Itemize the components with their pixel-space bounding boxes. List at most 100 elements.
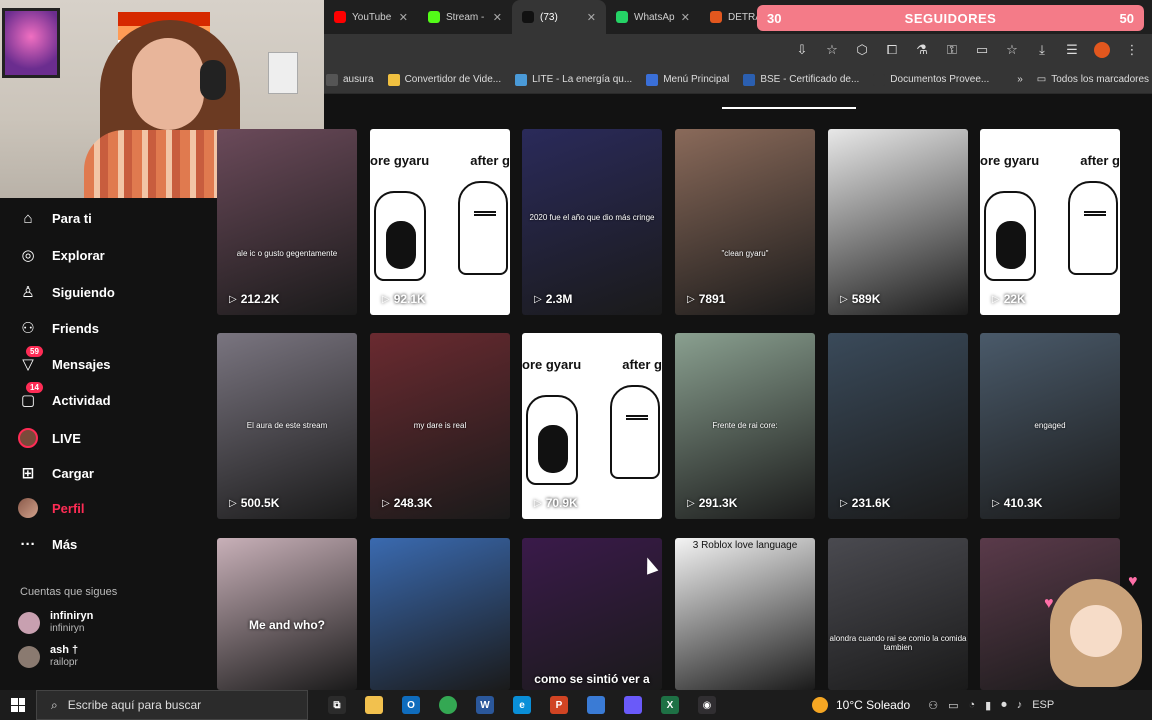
play-icon: ▷	[992, 497, 1000, 509]
video-tile[interactable]: Frente de rai core: ▷ 291.3K	[675, 333, 815, 519]
language-indicator[interactable]: ESP	[1032, 699, 1054, 711]
copilot-icon[interactable]	[624, 696, 642, 714]
video-tile[interactable]: Me and who?	[217, 538, 357, 690]
tab-title: (73)	[540, 11, 558, 23]
taskbar-search[interactable]: ⌕ Escribe aquí para buscar	[36, 690, 308, 720]
outlook-icon[interactable]: O	[402, 696, 420, 714]
followers-goal-bar: 30 SEGUIDORES 50	[757, 5, 1144, 31]
bookmark-item[interactable]: ausura	[326, 73, 374, 86]
video-tile[interactable]: ore gyaru after g ▷ 92.1K	[370, 129, 510, 315]
video-tile[interactable]: ale ic o gusto gegentamente ▷ 212.2K	[217, 129, 357, 315]
key-icon[interactable]: ⚿	[944, 42, 960, 58]
browser-tab[interactable]: Stream - ✕	[418, 0, 512, 34]
view-count: ▷ 7891	[687, 292, 725, 306]
anime-sticker: ♥ ♥	[1040, 565, 1152, 690]
play-icon: ▷	[992, 293, 1000, 305]
video-tile[interactable]: ▷ 231.6K	[828, 333, 968, 519]
ruler-icon[interactable]	[587, 696, 605, 714]
video-tile[interactable]: my dare is real ▷ 248.3K	[370, 333, 510, 519]
close-icon[interactable]: ✕	[493, 11, 502, 24]
view-count: ▷ 410.3K	[992, 496, 1042, 510]
browser-tab[interactable]: WhatsAp ✕	[606, 0, 700, 34]
sidebar-item-activity[interactable]: ▢ 14 Actividad	[18, 382, 111, 410]
chevron-right-icon[interactable]: »	[1017, 74, 1023, 85]
word-icon[interactable]: W	[476, 696, 494, 714]
sidebar-item-live[interactable]: LIVE	[18, 428, 81, 448]
bookmark-item[interactable]: LITE - La energía qu...	[515, 73, 632, 86]
browser-tab[interactable]: (73) ✕	[512, 0, 606, 34]
all-bookmarks-button[interactable]: ▭ Todos los marcadores	[1037, 74, 1149, 85]
browser-tab[interactable]: YouTube ✕	[324, 0, 418, 34]
cat-mouth	[538, 425, 568, 473]
video-caption: Frente de rai core:	[712, 421, 778, 430]
bookmark-star-icon[interactable]: ☆	[824, 42, 840, 58]
video-caption: "clean gyaru"	[721, 249, 769, 258]
menu-dots-icon[interactable]: ⋮	[1124, 42, 1140, 58]
sidebar-item-compass[interactable]: ◎ Explorar	[18, 245, 105, 265]
video-tile[interactable]: ore gyaru after g ▷ 70.9K	[522, 333, 662, 519]
video-tile[interactable]: 2020 fue el año que dio más cringe ▷ 2.3M	[522, 129, 662, 315]
obs-icon[interactable]: ◉	[698, 696, 716, 714]
flask-icon[interactable]: ⚗	[914, 42, 930, 58]
bookmark-item[interactable]: Convertidor de Vide...	[387, 73, 501, 86]
close-icon[interactable]: ✕	[681, 11, 690, 24]
folder-icon: ▭	[1036, 74, 1047, 85]
sidebar-item-upload[interactable]: ⊞ Cargar	[18, 463, 94, 483]
reading-list-icon[interactable]: ☰	[1064, 42, 1080, 58]
view-count: ▷ 589K	[840, 292, 880, 306]
meme-cat-drawing	[374, 191, 426, 281]
sidebar-item-profile[interactable]: Perfil	[18, 498, 85, 518]
card-icon[interactable]: ▭	[974, 42, 990, 58]
star-icon[interactable]: ☆	[1004, 42, 1020, 58]
bookmark-item[interactable]: BSE - Certificado de...	[743, 73, 859, 86]
download-icon[interactable]: ⤓	[1034, 42, 1050, 58]
sidebar-item-messages[interactable]: ▽ 59 Mensajes	[18, 346, 111, 374]
view-count-value: 92.1K	[393, 292, 426, 306]
profile-extension-icon[interactable]	[1094, 42, 1110, 58]
microphone-icon[interactable]: ⏺	[1001, 699, 1007, 712]
puzzle-icon[interactable]: ⧠	[884, 42, 900, 58]
video-caption: Me and who?	[249, 618, 325, 632]
file-explorer-icon[interactable]	[365, 696, 383, 714]
task-view-icon[interactable]: ⧉	[328, 696, 346, 714]
video-tile[interactable]: 3 Roblox love language	[675, 538, 815, 690]
video-tile[interactable]: ore gyaru after g ▷ 22K	[980, 129, 1120, 315]
following-account[interactable]: infiniryn infiniryn	[18, 610, 93, 635]
volume-icon[interactable]: ♪	[1017, 699, 1023, 711]
bookmark-item[interactable]: Menú Principal	[646, 73, 729, 86]
video-tile[interactable]	[370, 538, 510, 690]
install-app-icon[interactable]: ⇩	[794, 42, 810, 58]
window-icon[interactable]: ▭	[948, 699, 958, 712]
chrome-icon[interactable]	[439, 696, 457, 714]
weather-widget[interactable]: 10°C Soleado	[812, 697, 910, 713]
video-caption: 2020 fue el año que dio más cringe	[529, 213, 655, 222]
video-tile[interactable]: El aura de este stream ▷ 500.5K	[217, 333, 357, 519]
close-icon[interactable]: ✕	[587, 11, 596, 24]
following-account[interactable]: ash † railopr	[18, 644, 78, 669]
excel-icon[interactable]: X	[661, 696, 679, 714]
video-tile[interactable]: "clean gyaru" ▷ 7891	[675, 129, 815, 315]
sidebar-item-label: Explorar	[52, 247, 105, 263]
sidebar-item-more[interactable]: ··· Más	[18, 534, 78, 554]
sidebar-item-user-follow[interactable]: ♙ Siguiendo	[18, 282, 115, 302]
video-tile[interactable]: ▷ 589K	[828, 129, 968, 315]
sidebar-item-home[interactable]: ⌂ Para ti	[18, 208, 91, 228]
sun-icon	[812, 697, 828, 713]
video-caption: 3 Roblox love language	[692, 540, 798, 551]
powerpoint-icon[interactable]: P	[550, 696, 568, 714]
followers-label: SEGUIDORES	[904, 10, 997, 26]
extension-icon[interactable]: ⬡	[854, 42, 870, 58]
people-icon[interactable]: ⚇	[928, 699, 938, 712]
sidebar-item-friends[interactable]: ⚇ Friends	[18, 318, 99, 338]
video-tile[interactable]: engaged ▷ 410.3K	[980, 333, 1120, 519]
video-tile[interactable]: como se sintió ver a	[522, 538, 662, 690]
battery-icon[interactable]: ▮	[985, 699, 991, 712]
edge-icon[interactable]: e	[513, 696, 531, 714]
network-icon[interactable]: ◔	[968, 699, 975, 711]
play-icon: ▷	[229, 293, 237, 305]
close-icon[interactable]: ✕	[399, 11, 408, 24]
bookmark-item[interactable]: Documentos Provee...	[873, 73, 989, 86]
start-button[interactable]	[0, 690, 36, 720]
video-tile[interactable]: alondra cuando rai se comio la comida ta…	[828, 538, 968, 690]
tab-favicon-icon	[616, 11, 628, 23]
